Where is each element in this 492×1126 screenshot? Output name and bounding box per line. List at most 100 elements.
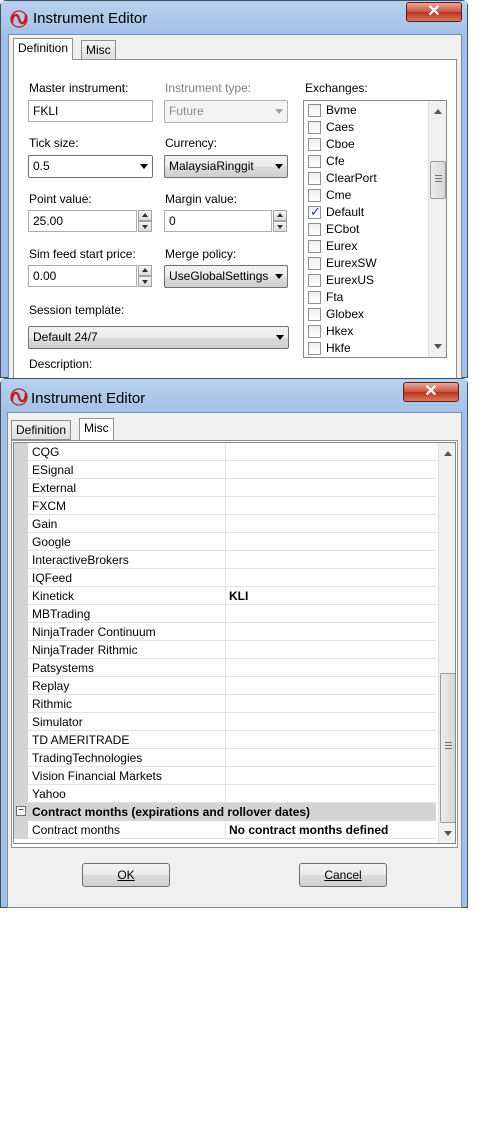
property-grid[interactable]: CQG ESignal External FXCM Gain Google Interact… bbox=[13, 442, 456, 844]
exchange-checkbox[interactable] bbox=[308, 308, 321, 321]
property-value[interactable]: No contract months defined bbox=[229, 823, 388, 837]
instrument-type-select[interactable]: Future bbox=[164, 100, 288, 123]
provider-row[interactable]: NinjaTrader Continuum bbox=[14, 623, 436, 641]
exchange-checkbox[interactable] bbox=[308, 155, 321, 168]
provider-row[interactable]: Google bbox=[14, 533, 436, 551]
vertical-scrollbar[interactable] bbox=[438, 443, 455, 843]
provider-row[interactable]: Simulator bbox=[14, 713, 436, 731]
spin-down-icon[interactable] bbox=[273, 221, 287, 232]
provider-row[interactable]: InteractiveBrokers bbox=[14, 551, 436, 569]
chevron-down-icon bbox=[275, 164, 283, 169]
vertical-scrollbar[interactable] bbox=[428, 101, 446, 357]
ok-button[interactable]: OK bbox=[82, 863, 170, 887]
title-bar[interactable]: Instrument Editor ✕ bbox=[1, 1, 467, 35]
margin-value-input[interactable]: 0 bbox=[164, 210, 272, 232]
close-button[interactable]: ✕ bbox=[406, 2, 462, 22]
provider-row[interactable]: Kinetick KLI bbox=[14, 587, 436, 605]
column-divider bbox=[225, 785, 226, 803]
provider-row[interactable]: ESignal bbox=[14, 461, 436, 479]
provider-row[interactable]: Replay bbox=[14, 677, 436, 695]
point-value-spinner[interactable] bbox=[138, 210, 152, 232]
tab-definition[interactable]: Definition bbox=[13, 38, 74, 60]
exchange-checkbox[interactable] bbox=[308, 240, 321, 253]
exchange-item[interactable]: EurexUS bbox=[306, 272, 426, 289]
exchange-checkbox[interactable] bbox=[308, 291, 321, 304]
tab-misc[interactable]: Misc bbox=[79, 418, 114, 440]
provider-row[interactable]: Patsystems bbox=[14, 659, 436, 677]
provider-row[interactable]: FXCM bbox=[14, 497, 436, 515]
exchange-checkbox[interactable] bbox=[308, 172, 321, 185]
cancel-button[interactable]: Cancel bbox=[299, 863, 387, 887]
contract-months-row[interactable]: Contract months No contract months defin… bbox=[14, 821, 436, 839]
provider-row[interactable]: CQG bbox=[14, 443, 436, 461]
margin-value-spinner[interactable] bbox=[273, 210, 287, 232]
exchange-item[interactable]: Hkfe bbox=[306, 340, 426, 357]
scroll-down-icon[interactable] bbox=[434, 344, 442, 349]
exchange-item[interactable]: ECbot bbox=[306, 221, 426, 238]
exchange-checkbox[interactable] bbox=[308, 274, 321, 287]
provider-row[interactable]: Vision Financial Markets bbox=[14, 767, 436, 785]
spin-down-icon[interactable] bbox=[138, 221, 152, 232]
exchange-item[interactable]: Cfe bbox=[306, 153, 426, 170]
exchange-checkbox[interactable] bbox=[308, 104, 321, 117]
exchanges-list[interactable]: Bvme Caes Cboe Cfe ClearPort Cme ✓ Default ECbot… bbox=[303, 100, 447, 358]
exchange-checkbox[interactable] bbox=[308, 342, 321, 355]
title-bar[interactable]: Instrument Editor ✕ bbox=[1, 379, 467, 413]
spin-up-icon[interactable] bbox=[138, 210, 152, 221]
exchange-item[interactable]: ✓ Default bbox=[306, 204, 426, 221]
spin-up-icon[interactable] bbox=[138, 265, 152, 276]
exchange-item[interactable]: EurexSW bbox=[306, 255, 426, 272]
exchange-item[interactable]: Caes bbox=[306, 119, 426, 136]
spin-up-icon[interactable] bbox=[273, 210, 287, 221]
provider-row[interactable]: IQFeed bbox=[14, 569, 436, 587]
provider-row[interactable]: TradingTechnologies bbox=[14, 749, 436, 767]
tab-definition[interactable]: Definition bbox=[11, 420, 72, 440]
provider-row[interactable]: Yahoo bbox=[14, 785, 436, 803]
exchange-item[interactable]: Bvme bbox=[306, 102, 426, 119]
provider-row[interactable]: NinjaTrader Rithmic bbox=[14, 641, 436, 659]
contract-months-category[interactable]: − Contract months (expirations and rollo… bbox=[14, 803, 436, 821]
exchange-checkbox[interactable]: ✓ bbox=[308, 204, 321, 219]
scroll-up-icon[interactable] bbox=[434, 109, 442, 114]
scrollbar-thumb[interactable] bbox=[430, 161, 446, 199]
master-instrument-input[interactable]: FKLI bbox=[28, 100, 153, 122]
column-divider bbox=[225, 695, 226, 713]
property-value[interactable]: KLI bbox=[229, 589, 248, 603]
spin-down-icon[interactable] bbox=[138, 276, 152, 287]
column-divider bbox=[225, 731, 226, 749]
exchange-item[interactable]: Cme bbox=[306, 187, 426, 204]
exchange-item[interactable]: Hkex bbox=[306, 323, 426, 340]
session-template-select[interactable]: Default 24/7 bbox=[28, 326, 289, 349]
close-button[interactable]: ✕ bbox=[403, 382, 459, 402]
point-value-input[interactable]: 25.00 bbox=[28, 210, 137, 232]
exchange-checkbox[interactable] bbox=[308, 189, 321, 202]
merge-policy-select[interactable]: UseGlobalSettings bbox=[164, 265, 288, 288]
exchange-item[interactable]: Globex bbox=[306, 306, 426, 323]
provider-row[interactable]: TD AMERITRADE bbox=[14, 731, 436, 749]
provider-row[interactable]: MBTrading bbox=[14, 605, 436, 623]
exchange-checkbox[interactable] bbox=[308, 138, 321, 151]
scroll-up-icon[interactable] bbox=[444, 451, 452, 456]
provider-row[interactable]: External bbox=[14, 479, 436, 497]
row-gutter bbox=[14, 461, 28, 479]
exchange-item[interactable]: ClearPort bbox=[306, 170, 426, 187]
exchange-checkbox[interactable] bbox=[308, 121, 321, 134]
exchange-checkbox[interactable] bbox=[308, 223, 321, 236]
exchange-checkbox[interactable] bbox=[308, 325, 321, 338]
exchange-item[interactable]: Cboe bbox=[306, 136, 426, 153]
tick-size-select[interactable]: 0.5 bbox=[28, 155, 153, 178]
scroll-down-icon[interactable] bbox=[444, 831, 452, 836]
scrollbar-thumb[interactable] bbox=[440, 673, 455, 823]
exchange-item[interactable]: Fta bbox=[306, 289, 426, 306]
sim-feed-input[interactable]: 0.00 bbox=[28, 265, 137, 287]
exchange-label: Caes bbox=[326, 120, 355, 134]
currency-select[interactable]: MalaysiaRinggit bbox=[164, 155, 288, 178]
column-divider bbox=[225, 443, 226, 461]
exchange-checkbox[interactable] bbox=[308, 257, 321, 270]
exchange-item[interactable]: Eurex bbox=[306, 238, 426, 255]
provider-row[interactable]: Rithmic bbox=[14, 695, 436, 713]
collapse-icon[interactable]: − bbox=[16, 806, 26, 816]
provider-row[interactable]: Gain bbox=[14, 515, 436, 533]
tab-misc[interactable]: Misc bbox=[81, 40, 116, 60]
sim-feed-spinner[interactable] bbox=[138, 265, 152, 287]
